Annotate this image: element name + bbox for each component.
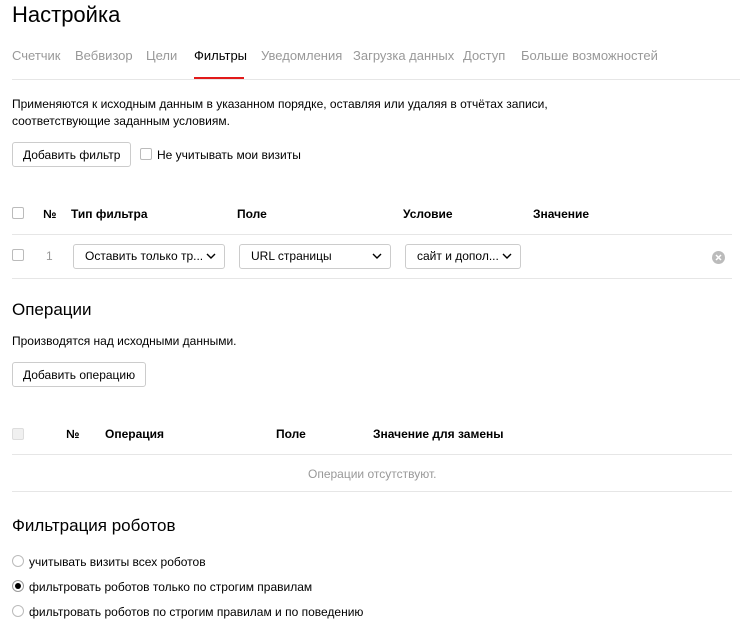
filters-col-num: № [43, 207, 57, 221]
tab-webvisor[interactable]: Вебвизор [75, 48, 133, 63]
operations-empty-text: Операции отсутствуют. [308, 467, 437, 481]
filters-select-all-checkbox[interactable] [12, 207, 24, 219]
active-tab-indicator [194, 77, 244, 79]
tab-filters[interactable]: Фильтры [194, 48, 247, 63]
operations-title: Операции [12, 300, 92, 319]
operations-col-field: Поле [276, 427, 306, 441]
operations-select-all-checkbox [12, 428, 24, 440]
operations-col-replace-value: Значение для замены [373, 427, 504, 441]
operations-description: Производятся над исходными данными. [12, 334, 237, 348]
tab-goals[interactable]: Цели [146, 48, 177, 63]
robots-option-all-label: учитывать визиты всех роботов [29, 555, 206, 569]
operations-bottom-divider [12, 491, 732, 492]
ignore-my-visits-checkbox[interactable] [140, 148, 152, 160]
close-circle-icon[interactable] [712, 251, 725, 264]
filters-col-type: Тип фильтра [71, 207, 148, 221]
tab-notifications[interactable]: Уведомления [261, 48, 342, 63]
add-filter-button[interactable]: Добавить фильтр [12, 142, 132, 167]
tabs-bar: Счетчик Вебвизор Цели Фильтры Уведомлени… [12, 48, 740, 80]
filter-field-select[interactable]: URL страницы [239, 244, 391, 269]
filters-row-divider [12, 278, 732, 279]
operations-col-num: № [66, 427, 80, 441]
filters-description-line-2: соответствующие заданным условиям. [12, 114, 230, 128]
filter-condition-value: сайт и допол... [417, 249, 499, 263]
tab-access[interactable]: Доступ [463, 48, 505, 63]
chevron-down-icon [206, 253, 216, 259]
tab-data-upload[interactable]: Загрузка данных [353, 48, 454, 63]
add-operation-button[interactable]: Добавить операцию [12, 362, 147, 387]
filters-col-condition: Условие [403, 207, 453, 221]
robots-option-all-radio[interactable] [12, 555, 24, 567]
page-title: Настройка [12, 2, 121, 27]
chevron-down-icon [502, 253, 512, 259]
filters-col-value: Значение [533, 207, 590, 221]
filter-type-select[interactable]: Оставить только тр... [73, 244, 225, 269]
filters-header-divider [12, 234, 732, 235]
robots-option-strict-radio[interactable] [12, 580, 24, 592]
filters-col-field: Поле [237, 207, 267, 221]
filter-row-checkbox[interactable] [12, 249, 24, 261]
operations-col-operation: Операция [105, 427, 165, 441]
robots-option-strict-label: фильтровать роботов только по строгим пр… [29, 580, 313, 594]
tab-more-features[interactable]: Больше возможностей [521, 48, 658, 63]
tab-counter[interactable]: Счетчик [12, 48, 61, 63]
robots-option-strict-behavior-radio[interactable] [12, 605, 24, 617]
filters-description: Применяются к исходным данным в указанно… [12, 96, 548, 130]
operations-header-divider [12, 454, 732, 455]
filter-type-value: Оставить только тр... [85, 249, 204, 263]
chevron-down-icon [372, 253, 382, 259]
robots-title: Фильтрация роботов [12, 516, 176, 535]
filters-description-line-1: Применяются к исходным данным в указанно… [12, 97, 548, 111]
filter-row-num: 1 [46, 249, 53, 263]
filter-condition-select[interactable]: сайт и допол... [405, 244, 521, 269]
filter-field-value: URL страницы [251, 249, 332, 263]
ignore-my-visits-label: Не учитывать мои визиты [157, 148, 301, 162]
robots-option-strict-behavior-label: фильтровать роботов по строгим правилам … [29, 605, 364, 619]
